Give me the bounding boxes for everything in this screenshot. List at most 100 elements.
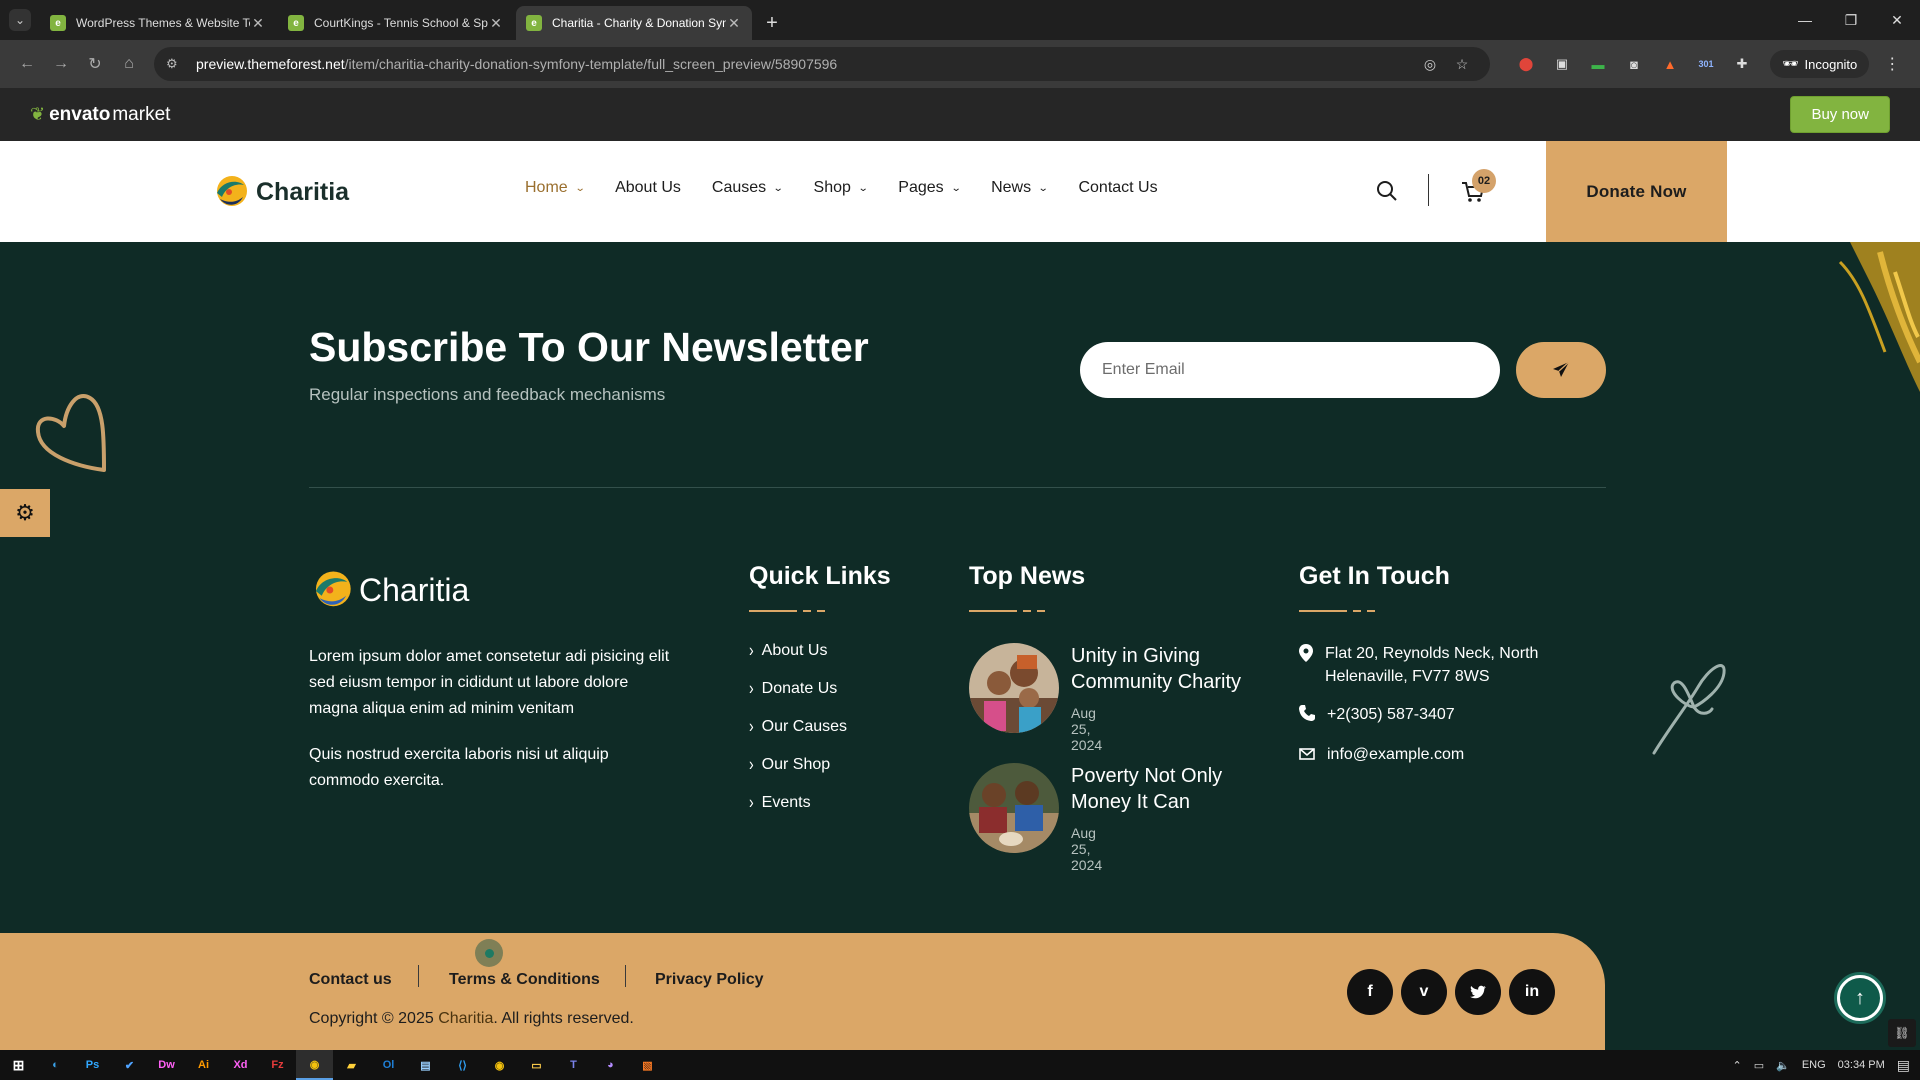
- top-news-underline: [969, 610, 1045, 612]
- extension-orange-icon[interactable]: ▲: [1652, 49, 1688, 79]
- vscode-icon[interactable]: ⟨⟩: [444, 1050, 481, 1080]
- xd-icon[interactable]: Xd: [222, 1050, 259, 1080]
- back-arrow-icon[interactable]: ←: [10, 47, 44, 81]
- notification-icon[interactable]: ▤: [1897, 1057, 1910, 1074]
- tab-search-button[interactable]: ⌄: [0, 0, 40, 40]
- theme-settings-button[interactable]: ⚙: [0, 489, 50, 537]
- donate-now-button[interactable]: Donate Now: [1546, 141, 1727, 242]
- quick-link-label: About Us: [761, 642, 828, 659]
- puzzle-icon[interactable]: ✚: [1724, 49, 1760, 79]
- extension-green-icon[interactable]: ▬: [1580, 49, 1616, 79]
- windows-start-icon[interactable]: ⊞: [0, 1050, 37, 1080]
- notepad-icon[interactable]: ▤: [407, 1050, 444, 1080]
- dreamweaver-icon[interactable]: Dw: [148, 1050, 185, 1080]
- language-indicator[interactable]: ENG: [1802, 1059, 1826, 1071]
- reload-icon[interactable]: ↻: [78, 47, 112, 81]
- copyright-brand[interactable]: Charitia: [438, 1010, 493, 1027]
- envato-logo[interactable]: ❦ envato market: [30, 104, 170, 126]
- site-logo[interactable]: Charitia: [212, 173, 349, 211]
- twitter-icon[interactable]: [1455, 969, 1501, 1015]
- quick-link-about-us[interactable]: › About Us: [749, 640, 847, 680]
- nav-item-home[interactable]: Home ⌄: [525, 179, 585, 197]
- scroll-to-top-button[interactable]: ↑: [1834, 972, 1886, 1024]
- eye-off-icon[interactable]: ◎: [1414, 56, 1446, 73]
- checkmark-app-icon[interactable]: ✔: [111, 1050, 148, 1080]
- illustrator-icon[interactable]: Ai: [185, 1050, 222, 1080]
- address-bar[interactable]: ⚙ preview.themeforest.net/item/charitia-…: [154, 47, 1490, 81]
- link-icon[interactable]: ⛓: [1888, 1019, 1916, 1047]
- nav-item-causes[interactable]: Causes ⌄: [712, 179, 784, 197]
- close-icon[interactable]: ✕: [250, 15, 266, 32]
- chrome-alt-icon[interactable]: ◉: [481, 1050, 518, 1080]
- notes-icon[interactable]: ▰: [333, 1050, 370, 1080]
- clock[interactable]: 03:34 PM: [1838, 1059, 1885, 1071]
- contact-email[interactable]: info@example.com: [1299, 743, 1464, 768]
- linkedin-icon[interactable]: in: [1509, 969, 1555, 1015]
- chevron-down-icon: ⌄: [857, 182, 869, 194]
- teams-icon[interactable]: T: [555, 1050, 592, 1080]
- nav-item-about-us[interactable]: About Us: [615, 179, 681, 197]
- xampp-icon[interactable]: ▧: [629, 1050, 666, 1080]
- buy-now-button[interactable]: Buy now: [1790, 96, 1890, 133]
- restore-icon[interactable]: ❐: [1828, 0, 1874, 40]
- quick-link-our-causes[interactable]: › Our Causes: [749, 715, 847, 756]
- chrome-icon[interactable]: ◉: [296, 1050, 333, 1080]
- minimize-icon[interactable]: —: [1782, 0, 1828, 40]
- filezilla-icon[interactable]: Fz: [259, 1050, 296, 1080]
- edge-icon[interactable]: ◐: [37, 1050, 74, 1080]
- nav-item-news[interactable]: News ⌄: [991, 179, 1049, 197]
- newsletter-email-input[interactable]: [1080, 342, 1500, 398]
- new-tab-button[interactable]: +: [754, 6, 790, 40]
- close-icon[interactable]: ✕: [488, 15, 504, 32]
- footer-brand-name: Charitia: [359, 571, 470, 608]
- github-icon[interactable]: ◕: [592, 1050, 629, 1080]
- chevron-up-icon[interactable]: ⌃: [1733, 1059, 1742, 1072]
- facebook-icon[interactable]: f: [1347, 969, 1393, 1015]
- forward-arrow-icon[interactable]: →: [44, 47, 78, 81]
- browser-tab-1[interactable]: e WordPress Themes & Website Templates ✕: [40, 6, 276, 40]
- vimeo-icon[interactable]: v: [1401, 969, 1447, 1015]
- nav-item-pages[interactable]: Pages ⌄: [898, 179, 961, 197]
- bottom-link-contact-us[interactable]: Contact us: [309, 971, 392, 989]
- search-icon[interactable]: [1375, 179, 1399, 203]
- footer-about-text-2: Quis nostrud exercita laboris nisi ut al…: [309, 746, 609, 789]
- close-icon[interactable]: ✕: [726, 15, 742, 32]
- network-icon[interactable]: ▭: [1754, 1059, 1764, 1072]
- heart-outline-icon: [35, 394, 106, 472]
- bottom-link-privacy[interactable]: Privacy Policy: [655, 971, 764, 989]
- newsletter-submit-button[interactable]: [1516, 342, 1606, 398]
- star-icon[interactable]: ☆: [1446, 56, 1478, 73]
- chevron-right-icon: ›: [749, 715, 754, 737]
- quick-link-our-shop[interactable]: › Our Shop: [749, 754, 847, 794]
- nav-item-contact-us[interactable]: Contact Us: [1078, 179, 1157, 197]
- news-thumbnail[interactable]: [969, 643, 1059, 733]
- quick-link-donate-us[interactable]: › Donate Us: [749, 678, 847, 718]
- close-window-icon[interactable]: ✕: [1874, 0, 1920, 40]
- gear-icon: ⚙: [15, 500, 35, 525]
- bottom-link-terms[interactable]: Terms & Conditions: [449, 971, 600, 989]
- extension-301-icon[interactable]: 301: [1688, 49, 1724, 79]
- browser-tab-3[interactable]: e Charitia - Charity & Donation Symfony …: [516, 6, 752, 40]
- main-nav: Home ⌄ About Us Causes ⌄ Shop ⌄ Pages ⌄ News…: [525, 179, 1189, 197]
- news-title[interactable]: Unity in Giving Community Charity: [1071, 643, 1271, 695]
- url-text: preview.themeforest.net/item/charitia-ch…: [196, 56, 1414, 72]
- extension-red-icon[interactable]: ⬤: [1508, 49, 1544, 79]
- header-divider: [1428, 174, 1429, 206]
- incognito-indicator[interactable]: 🕶 Incognito: [1770, 50, 1870, 78]
- volume-icon[interactable]: 🔈: [1776, 1059, 1790, 1072]
- news-title[interactable]: Poverty Not Only Money It Can: [1071, 763, 1271, 815]
- outlook-icon[interactable]: Ol: [370, 1050, 407, 1080]
- footer-logo[interactable]: Charitia: [309, 568, 469, 612]
- file-explorer-icon[interactable]: ▭: [518, 1050, 555, 1080]
- news-thumbnail[interactable]: [969, 763, 1059, 853]
- quick-link-events[interactable]: › Events: [749, 792, 847, 832]
- site-info-icon[interactable]: ⚙: [166, 56, 184, 72]
- nav-item-shop[interactable]: Shop ⌄: [814, 179, 869, 197]
- home-icon[interactable]: ⌂: [112, 47, 146, 81]
- camera-icon[interactable]: ◙: [1616, 49, 1652, 79]
- menu-icon[interactable]: ⋮: [1877, 54, 1907, 74]
- photoshop-icon[interactable]: Ps: [74, 1050, 111, 1080]
- extension-print-icon[interactable]: ▣: [1544, 49, 1580, 79]
- contact-phone[interactable]: +2(305) 587-3407: [1299, 703, 1455, 728]
- browser-tab-2[interactable]: e CourtKings - Tennis School & Sports ✕: [278, 6, 514, 40]
